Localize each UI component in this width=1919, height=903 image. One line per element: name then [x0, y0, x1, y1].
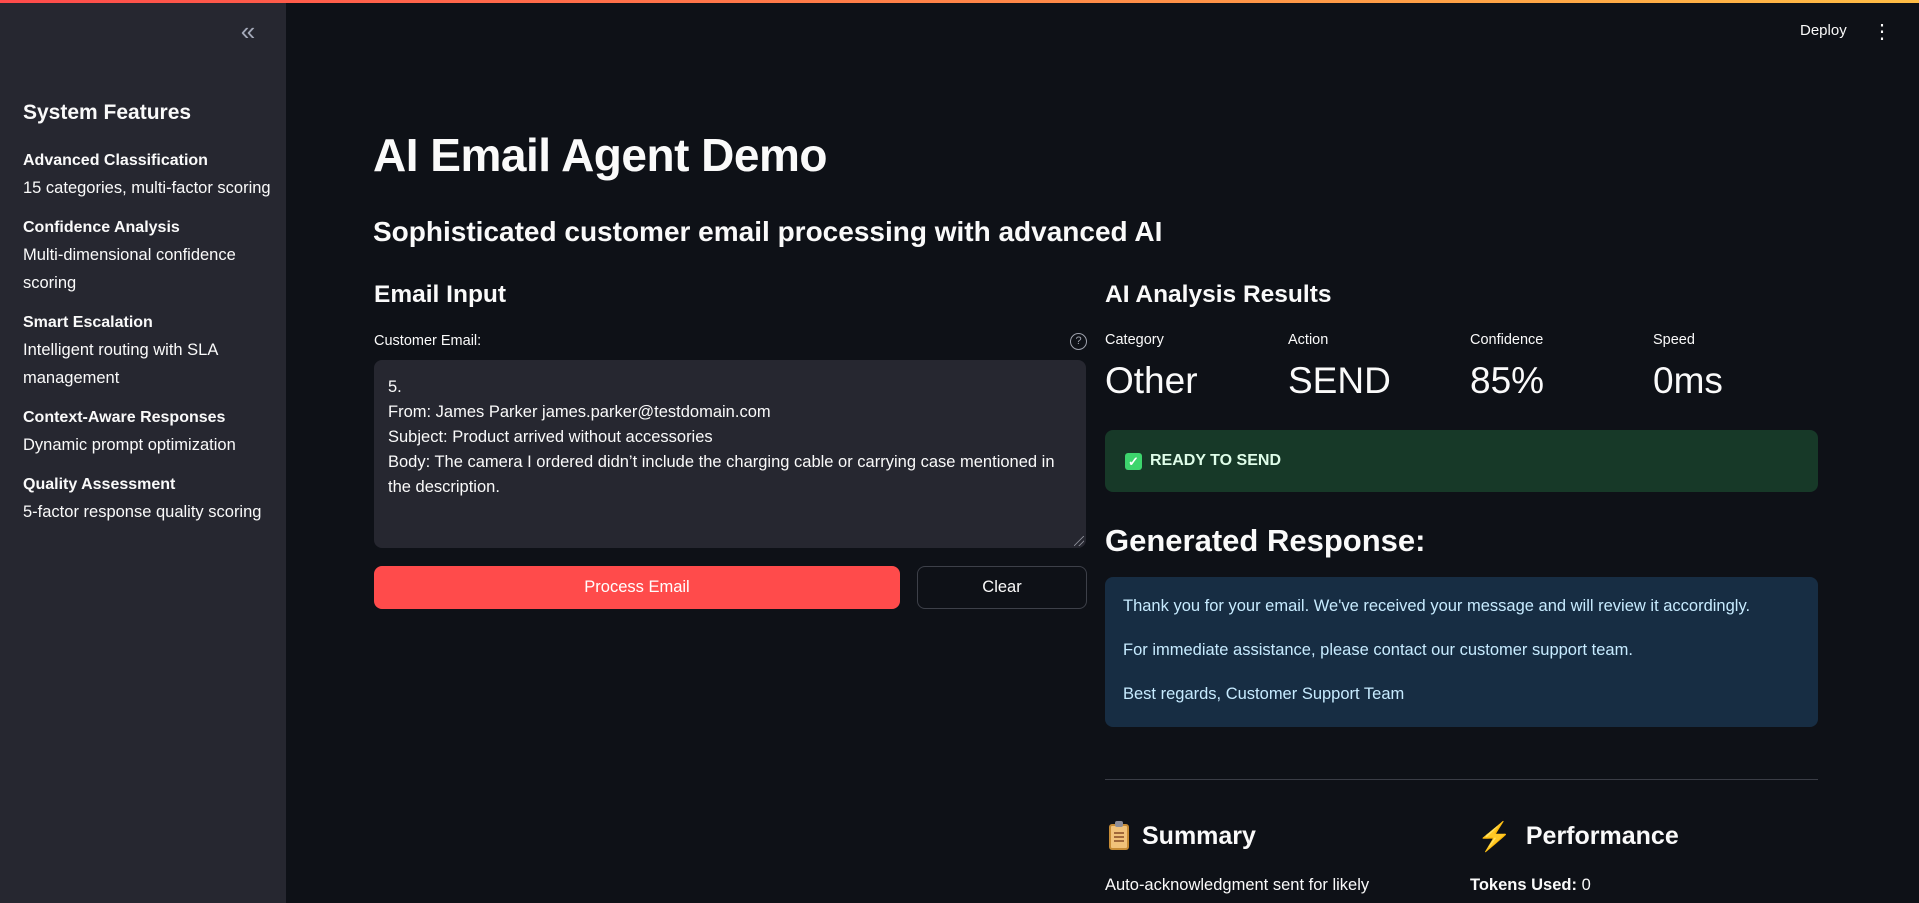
- metric-label: Speed: [1653, 332, 1695, 348]
- customer-email-label: Customer Email:: [374, 333, 482, 349]
- resize-handle-icon[interactable]: [1074, 536, 1084, 546]
- performance-heading-text: Performance: [1525, 822, 1679, 850]
- feature-item: Quality Assessment 5-factor response qua…: [23, 472, 273, 526]
- page-title: AI Email Agent Demo: [373, 129, 827, 181]
- summary-heading-text: Summary: [1142, 822, 1256, 850]
- email-input-heading: Email Input: [374, 281, 507, 308]
- process-email-button[interactable]: Process Email: [374, 566, 900, 609]
- metric-label: Action: [1288, 332, 1329, 348]
- page-subtitle: Sophisticated customer email processing …: [373, 216, 1163, 247]
- feature-item: Context-Aware Responses Dynamic prompt o…: [23, 405, 273, 459]
- summary-text: Auto-acknowledgment sent for likely: [1105, 876, 1370, 894]
- help-icon[interactable]: ?: [1070, 333, 1087, 350]
- lightning-icon: ⚡: [1477, 820, 1512, 852]
- metric-speed: Speed 0ms: [1653, 332, 1723, 402]
- feature-item: Smart Escalation Intelligent routing wit…: [23, 310, 273, 392]
- metric-confidence: Confidence 85%: [1470, 332, 1544, 402]
- feature-title: Quality Assessment: [23, 476, 176, 493]
- feature-title: Smart Escalation: [23, 314, 153, 331]
- response-paragraph: Thank you for your email. We've received…: [1123, 597, 1751, 615]
- summary-heading: Summary: [1109, 820, 1256, 851]
- metric-action: Action SEND: [1288, 332, 1391, 402]
- metric-value: Other: [1105, 360, 1198, 401]
- tokens-label: Tokens Used:: [1470, 876, 1577, 894]
- feature-description: Dynamic prompt optimization: [23, 436, 236, 454]
- metric-category: Category Other: [1105, 332, 1198, 402]
- feature-item: Advanced Classification 15 categories, m…: [23, 148, 273, 202]
- kebab-menu-icon[interactable]: ⋮: [1872, 20, 1892, 44]
- generated-response-heading: Generated Response:: [1105, 523, 1426, 558]
- response-paragraph: Best regards, Customer Support Team: [1123, 685, 1405, 703]
- performance-heading: ⚡ Performance: [1477, 822, 1679, 851]
- chevrons-left-icon[interactable]: «: [234, 18, 262, 46]
- clipboard-icon: [1109, 820, 1129, 850]
- sidebar: « System Features Advanced Classificatio…: [0, 0, 286, 903]
- customer-email-textarea[interactable]: 5. From: James Parker james.parker@testd…: [374, 360, 1086, 548]
- tokens-value: 0: [1581, 876, 1591, 894]
- top-decoration-bar: [0, 0, 1919, 3]
- response-paragraph: For immediate assistance, please contact…: [1123, 641, 1633, 659]
- results-heading: AI Analysis Results: [1105, 281, 1332, 308]
- feature-description: Intelligent routing with SLA management: [23, 341, 218, 387]
- tokens-used: Tokens Used: 0: [1470, 876, 1591, 895]
- status-text: READY TO SEND: [1150, 452, 1281, 469]
- feature-item: Confidence Analysis Multi-dimensional co…: [23, 215, 273, 297]
- metric-value: SEND: [1288, 360, 1391, 401]
- metric-label: Category: [1105, 332, 1164, 348]
- metric-value: 0ms: [1653, 360, 1723, 401]
- divider: [1105, 779, 1818, 780]
- status-banner: ✓ READY TO SEND: [1105, 430, 1818, 492]
- feature-description: 15 categories, multi-factor scoring: [23, 179, 271, 197]
- feature-description: Multi-dimensional confidence scoring: [23, 246, 236, 292]
- clear-button[interactable]: Clear: [917, 566, 1087, 609]
- generated-response-box: Thank you for your email. We've received…: [1105, 577, 1818, 727]
- feature-title: Context-Aware Responses: [23, 409, 226, 426]
- metric-label: Confidence: [1470, 332, 1544, 348]
- sidebar-heading: System Features: [23, 101, 192, 124]
- feature-description: 5-factor response quality scoring: [23, 503, 262, 521]
- checkmark-icon: ✓: [1125, 452, 1142, 470]
- feature-title: Advanced Classification: [23, 152, 208, 169]
- feature-list: Advanced Classification 15 categories, m…: [23, 148, 273, 539]
- deploy-button[interactable]: Deploy: [1800, 22, 1847, 39]
- metric-value: 85%: [1470, 360, 1545, 401]
- feature-title: Confidence Analysis: [23, 219, 180, 236]
